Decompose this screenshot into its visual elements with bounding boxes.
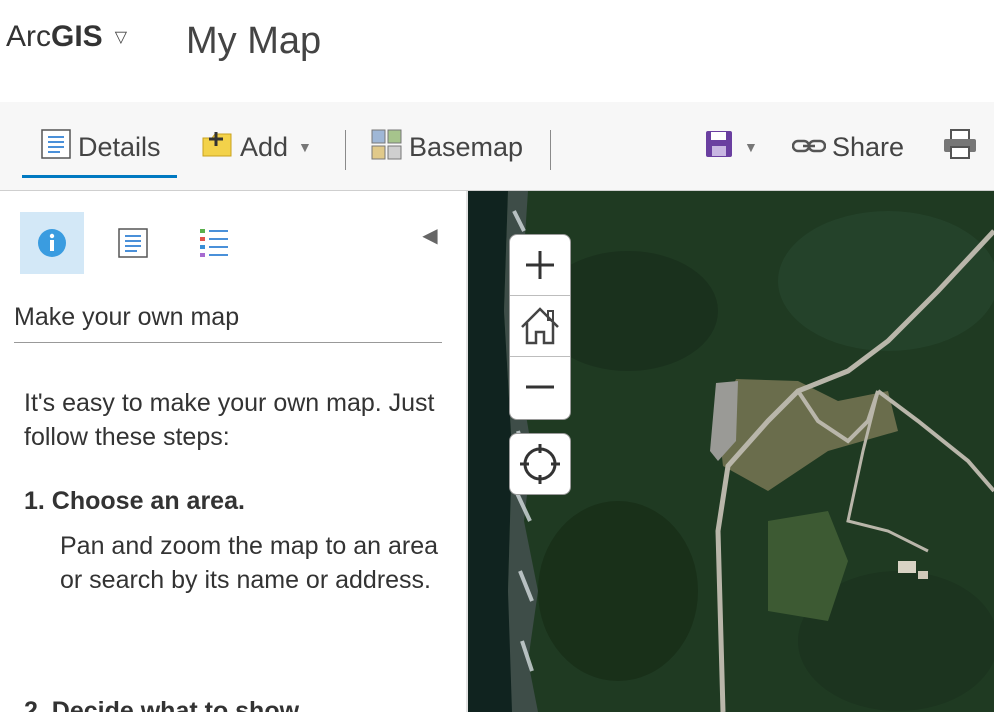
details-icon [40, 128, 72, 167]
share-label: Share [832, 131, 905, 162]
tab-about[interactable] [20, 212, 84, 274]
add-layer-icon [200, 128, 234, 167]
details-button[interactable]: Details [40, 126, 161, 168]
legend-icon [200, 229, 228, 257]
print-icon [942, 128, 978, 167]
content-list-icon [118, 228, 148, 258]
toolbar-divider [550, 130, 551, 170]
active-tab-indicator [22, 175, 177, 178]
chevron-left-icon: ◀ [422, 224, 438, 247]
details-label: Details [78, 131, 161, 162]
details-panel: ◀ Make your own map It's easy to make yo… [0, 191, 466, 712]
tab-content[interactable] [101, 212, 165, 274]
minus-icon [526, 385, 554, 389]
panel-heading: Make your own map [14, 303, 442, 343]
save-button[interactable]: ▼ [704, 126, 758, 168]
print-button[interactable] [942, 126, 984, 168]
step-1-title: 1. Choose an area. [24, 487, 245, 515]
collapse-panel-button[interactable]: ◀ [420, 221, 440, 249]
panel-intro: It's easy to make your own map. Just fol… [24, 389, 435, 451]
info-icon [38, 229, 66, 257]
basemap-button[interactable]: Basemap [371, 126, 523, 168]
locate-button[interactable] [509, 433, 571, 495]
zoom-in-button[interactable] [510, 235, 570, 296]
app-header: Arc GIS ▽ My Map [0, 0, 994, 102]
share-button[interactable]: Share [791, 126, 905, 168]
chevron-down-icon: ▼ [744, 139, 758, 155]
basemap-gallery-icon [371, 128, 403, 167]
toolbar-divider [345, 130, 346, 170]
map-title: My Map [186, 20, 322, 62]
zoom-controls [509, 234, 571, 420]
toolbar: Details Add ▼ Basemap ▼ Share [0, 102, 994, 191]
zoom-out-button[interactable] [510, 357, 570, 417]
basemap-label: Basemap [409, 131, 524, 162]
link-icon [791, 132, 827, 163]
home-icon [521, 307, 559, 345]
brand-prefix: Arc [6, 20, 51, 53]
brand-bold: GIS [51, 20, 103, 53]
locate-icon [520, 444, 560, 484]
step-2-title: 2. Decide what to show. [24, 697, 306, 712]
save-icon [704, 129, 734, 166]
arcgis-menu[interactable]: Arc GIS ▽ [6, 20, 127, 54]
step-1-body: Pan and zoom the map to an area or searc… [60, 532, 439, 594]
add-button[interactable]: Add ▼ [200, 126, 312, 168]
chevron-down-icon: ▼ [298, 139, 312, 155]
chevron-down-icon: ▽ [114, 29, 127, 46]
default-extent-button[interactable] [510, 296, 570, 357]
plus-icon [526, 251, 554, 279]
add-label: Add [240, 131, 289, 162]
tab-legend[interactable] [182, 212, 246, 274]
